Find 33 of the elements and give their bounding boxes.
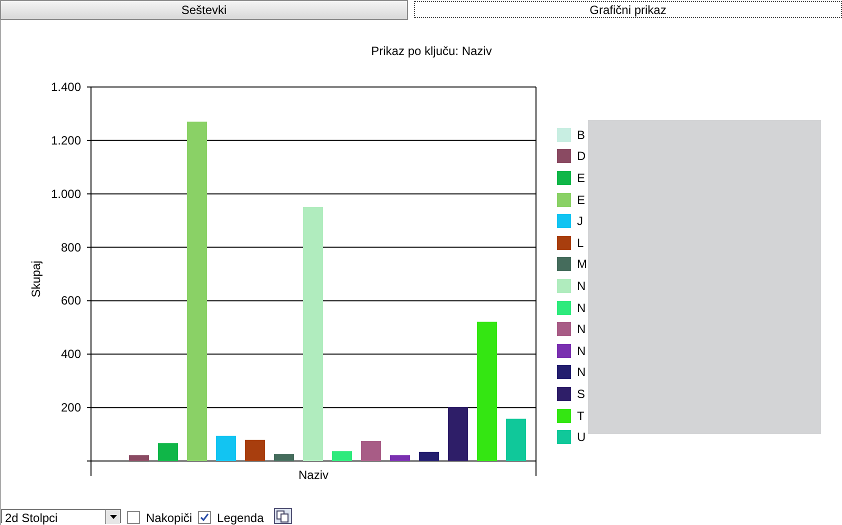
tab[interactable]: Seštevki: [0, 0, 408, 20]
axis-tick-label: 1.000: [50, 186, 81, 201]
legend-label: E: [577, 192, 586, 207]
axis-tick-label: 800: [60, 240, 81, 254]
checkbox-label: Nakopiči: [146, 510, 192, 524]
legend-label: D: [577, 149, 586, 164]
axis-tick-label: 200: [60, 400, 81, 415]
category-label: Naziv: [298, 468, 328, 482]
axis-tick-label: 1.200: [50, 133, 81, 148]
y-axis-label: Skupaj: [29, 260, 43, 298]
legend-label: N: [577, 322, 586, 336]
legend-label: J: [577, 214, 583, 228]
axis-tick-label: 400: [60, 347, 81, 362]
legend-label: M: [577, 257, 587, 272]
legend-label: N: [577, 278, 586, 293]
legend-label: L: [577, 236, 584, 250]
legend-label: T: [577, 408, 584, 423]
legend-label: N: [577, 365, 586, 380]
copy-icon[interactable]: [274, 508, 292, 524]
legend-label: E: [577, 170, 586, 185]
checkbox[interactable]: [198, 511, 212, 524]
chart-title: Prikaz po ključu: Naziv: [371, 44, 492, 58]
legend-label: U: [577, 430, 586, 444]
axis-tick-label: 1.400: [50, 80, 81, 94]
chart-type-dropdown[interactable]: 2d Stolpci: [1, 509, 121, 523]
tab[interactable]: Grafični prikaz: [414, 1, 842, 18]
checkbox-label: Legenda: [217, 510, 264, 524]
checkbox[interactable]: [127, 511, 140, 524]
legend-label: N: [577, 300, 586, 315]
legend-label: N: [577, 344, 586, 358]
legend-label: B: [577, 128, 586, 142]
axis-tick-label: 600: [60, 294, 81, 308]
legend-label: S: [577, 386, 586, 401]
